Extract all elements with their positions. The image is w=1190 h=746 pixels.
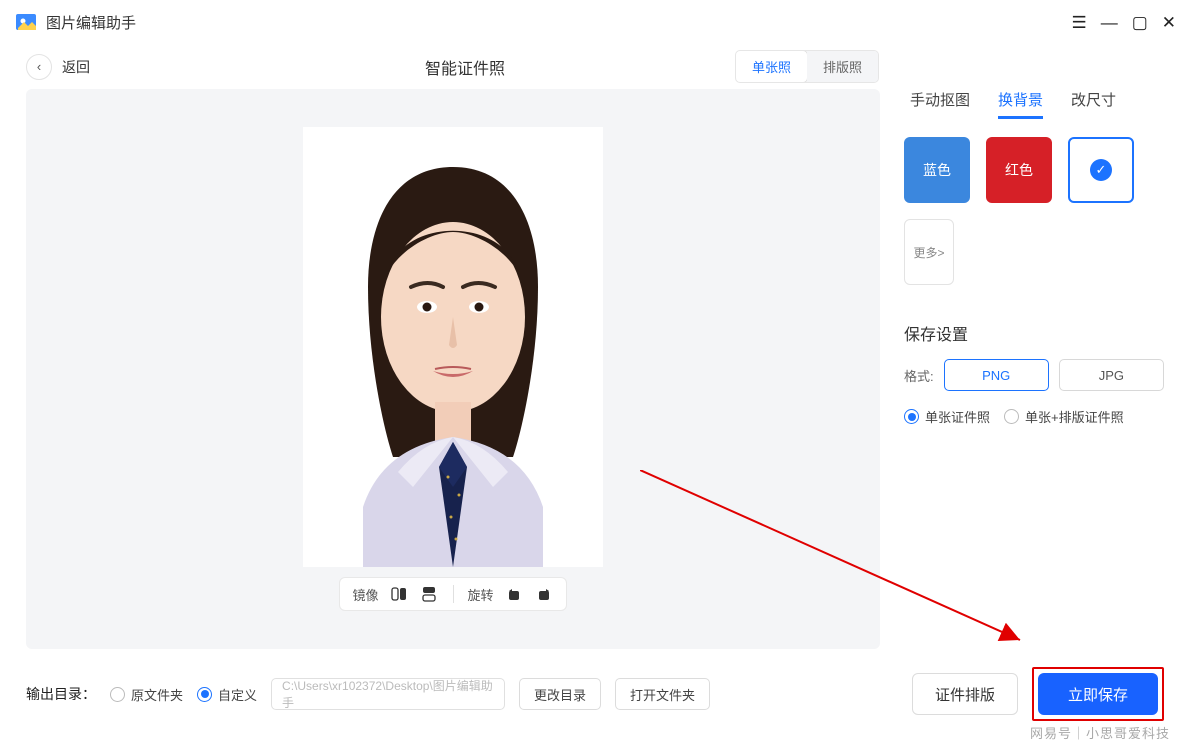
app-title: 图片编辑助手 [46,12,136,33]
mirror-h-icon[interactable] [389,584,409,604]
footer-bar: 输出目录： 原文件夹 自定义 C:\Users\xr102372\Desktop… [0,649,1190,739]
minimize-icon[interactable]: ― [1101,14,1118,31]
rotate-left-icon[interactable] [504,584,524,604]
back-button[interactable]: ‹ [26,54,52,80]
change-dir-button[interactable]: 更改目录 [519,678,601,710]
app-icon [14,10,38,34]
format-png[interactable]: PNG [944,359,1049,391]
page-title: 智能证件照 [425,55,505,79]
save-button[interactable]: 立即保存 [1038,673,1158,715]
radio-single-photo[interactable]: 单张证件照 [904,407,990,426]
rotate-label: 旋转 [468,585,494,604]
menu-icon[interactable]: ☰ [1071,14,1086,31]
header-row: ‹ 返回 智能证件照 单张照 排版照 [0,44,1190,89]
canvas-area: 镜像 旋转 [26,89,880,649]
check-icon: ✓ [1090,159,1112,181]
format-label: 格式: [904,366,934,385]
id-photo [303,127,603,567]
watermark: 网易号｜小思哥爱科技 [1030,723,1170,742]
tab-background[interactable]: 换背景 [998,89,1043,119]
layout-button[interactable]: 证件排版 [912,673,1018,715]
mirror-v-icon[interactable] [419,584,439,604]
save-settings-title: 保存设置 [904,321,1164,345]
radio-custom-folder[interactable]: 自定义 [197,685,257,704]
output-dir-label: 输出目录： [26,684,96,704]
bg-color-blue[interactable]: 蓝色 [904,137,970,203]
mode-single[interactable]: 单张照 [735,50,808,83]
tab-cutout[interactable]: 手动抠图 [910,89,970,119]
bg-color-more[interactable]: 更多> [904,219,954,285]
bg-color-selected[interactable]: ✓ [1068,137,1134,203]
open-dir-button[interactable]: 打开文件夹 [615,678,710,710]
rotate-right-icon[interactable] [534,584,554,604]
save-highlight: 立即保存 [1032,667,1164,721]
back-label: 返回 [62,57,90,77]
tab-resize[interactable]: 改尺寸 [1071,89,1116,119]
bg-color-red[interactable]: 红色 [986,137,1052,203]
format-jpg[interactable]: JPG [1059,359,1164,391]
image-toolbar: 镜像 旋转 [339,577,566,611]
right-panel: 手动抠图 换背景 改尺寸 蓝色 红色 ✓ 更多> 保存设置 格式: PNG JP… [904,89,1164,649]
radio-orig-folder[interactable]: 原文件夹 [110,685,183,704]
mirror-label: 镜像 [352,585,378,604]
close-icon[interactable]: ✕ [1162,14,1176,31]
titlebar: 图片编辑助手 ☰ ― ▢ ✕ [0,0,1190,44]
mode-layout[interactable]: 排版照 [807,51,878,82]
output-path-input[interactable]: C:\Users\xr102372\Desktop\图片编辑助手 [271,678,505,710]
maximize-icon[interactable]: ▢ [1132,14,1148,31]
radio-combo-photo[interactable]: 单张+排版证件照 [1004,407,1124,426]
mode-toggle: 单张照 排版照 [735,50,879,83]
